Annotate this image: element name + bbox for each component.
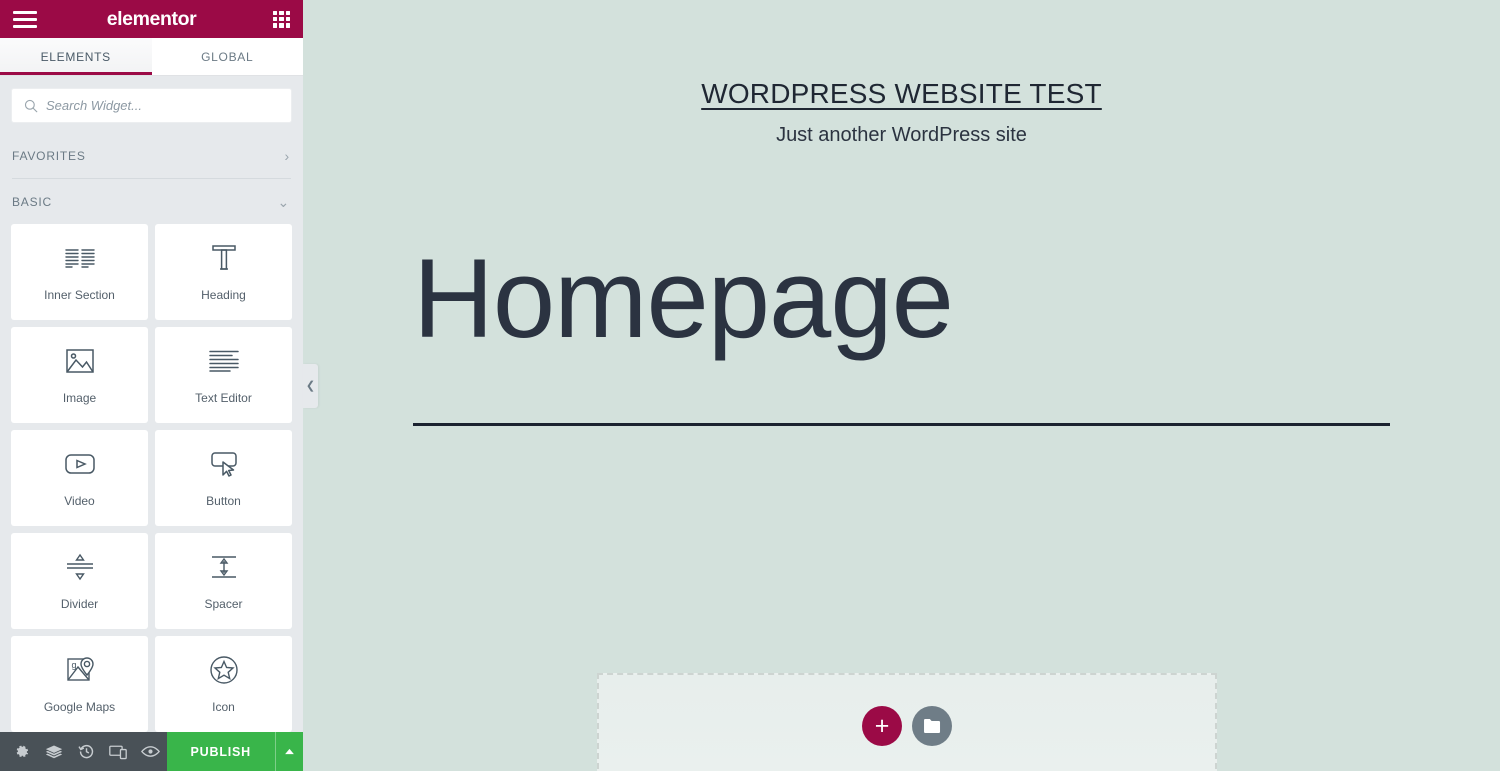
panel-collapse-handle[interactable]: ❮ (303, 364, 318, 408)
svg-text:g: g (71, 660, 76, 670)
widget-label: Button (206, 494, 241, 508)
search-widget-area (0, 76, 303, 133)
widget-label: Heading (201, 288, 246, 302)
chevron-down-icon: ⌄ (277, 193, 290, 210)
spacer-icon (208, 551, 240, 583)
widget-image[interactable]: Image (11, 327, 148, 423)
navigator-button[interactable] (38, 732, 70, 771)
add-new-section-button[interactable]: + (862, 706, 902, 746)
widget-label: Video (64, 494, 95, 508)
category-basic[interactable]: BASIC ⌄ (0, 179, 303, 224)
widget-label: Icon (212, 700, 235, 714)
widget-video[interactable]: Video (11, 430, 148, 526)
chevron-right-icon: › (284, 147, 290, 164)
hamburger-icon[interactable] (13, 10, 37, 28)
responsive-mode-button[interactable] (102, 732, 134, 771)
search-box[interactable] (11, 88, 292, 123)
button-cursor-icon (208, 448, 240, 480)
elementor-logo: elementor (106, 7, 197, 30)
settings-button[interactable] (6, 732, 38, 771)
chevron-left-icon: ❮ (305, 379, 316, 392)
divider-icon (64, 551, 96, 583)
category-basic-label: BASIC (12, 194, 53, 209)
video-play-icon (64, 448, 96, 480)
history-clock-icon (78, 745, 93, 759)
layers-icon (45, 744, 63, 758)
widget-divider[interactable]: Divider (11, 533, 148, 629)
site-tagline: Just another WordPress site (776, 124, 1027, 146)
widget-icon[interactable]: Icon (155, 636, 292, 732)
widget-spacer[interactable]: Spacer (155, 533, 292, 629)
preview-button[interactable] (134, 732, 166, 771)
inner-section-icon (64, 242, 96, 274)
add-new-section-dropzone[interactable]: + (597, 673, 1217, 771)
eye-icon (140, 746, 160, 757)
title-divider (413, 423, 1390, 426)
widget-label: Google Maps (43, 700, 116, 714)
image-icon (65, 345, 95, 377)
category-favorites-label: FAVORITES (12, 148, 86, 163)
widget-google-maps[interactable]: g Google Maps (11, 636, 148, 732)
text-editor-icon (208, 345, 240, 377)
widget-text-editor[interactable]: Text Editor (155, 327, 292, 423)
folder-icon (923, 718, 940, 734)
search-icon (24, 99, 38, 112)
widget-grid: Inner Section Heading Image Text Editor … (0, 224, 303, 732)
widget-label: Divider (60, 597, 99, 611)
widget-button[interactable]: Button (155, 430, 292, 526)
panel-tabs: ELEMENTS GLOBAL (0, 38, 303, 76)
page-title[interactable]: Homepage (413, 243, 1500, 355)
star-circle-icon (209, 654, 239, 686)
widget-list: FAVORITES › BASIC ⌄ Inner Section Headin… (0, 133, 303, 732)
widget-inner-section[interactable]: Inner Section (11, 224, 148, 320)
add-template-button[interactable] (912, 706, 952, 746)
site-title[interactable]: WORDPRESS WEBSITE TEST (303, 78, 1500, 110)
heading-t-icon (209, 242, 239, 274)
widget-label: Spacer (204, 597, 243, 611)
search-input[interactable] (46, 98, 279, 113)
publish-button[interactable]: PUBLISH (166, 732, 276, 771)
google-maps-icon: g (65, 654, 95, 686)
grid-apps-icon[interactable] (273, 10, 290, 28)
widget-label: Image (62, 391, 97, 405)
page-canvas: WORDPRESS WEBSITE TEST Just another Word… (303, 0, 1500, 771)
publish-group: PUBLISH (166, 732, 304, 771)
tab-global[interactable]: GLOBAL (151, 38, 303, 75)
editor-panel: elementor ELEMENTS GLOBAL FAVORITES › BA… (0, 0, 304, 771)
publish-options-button[interactable] (275, 732, 304, 771)
widget-label: Text Editor (195, 391, 252, 405)
tab-elements[interactable]: ELEMENTS (0, 38, 152, 75)
panel-header: elementor (0, 0, 303, 38)
history-button[interactable] (70, 732, 102, 771)
gear-icon (16, 745, 29, 757)
editor-footer-bar: PUBLISH (0, 732, 304, 771)
responsive-devices-icon (109, 745, 128, 759)
widget-label: Inner Section (44, 288, 115, 302)
caret-up-icon (285, 748, 294, 755)
widget-heading[interactable]: Heading (155, 224, 292, 320)
category-favorites[interactable]: FAVORITES › (0, 133, 303, 178)
